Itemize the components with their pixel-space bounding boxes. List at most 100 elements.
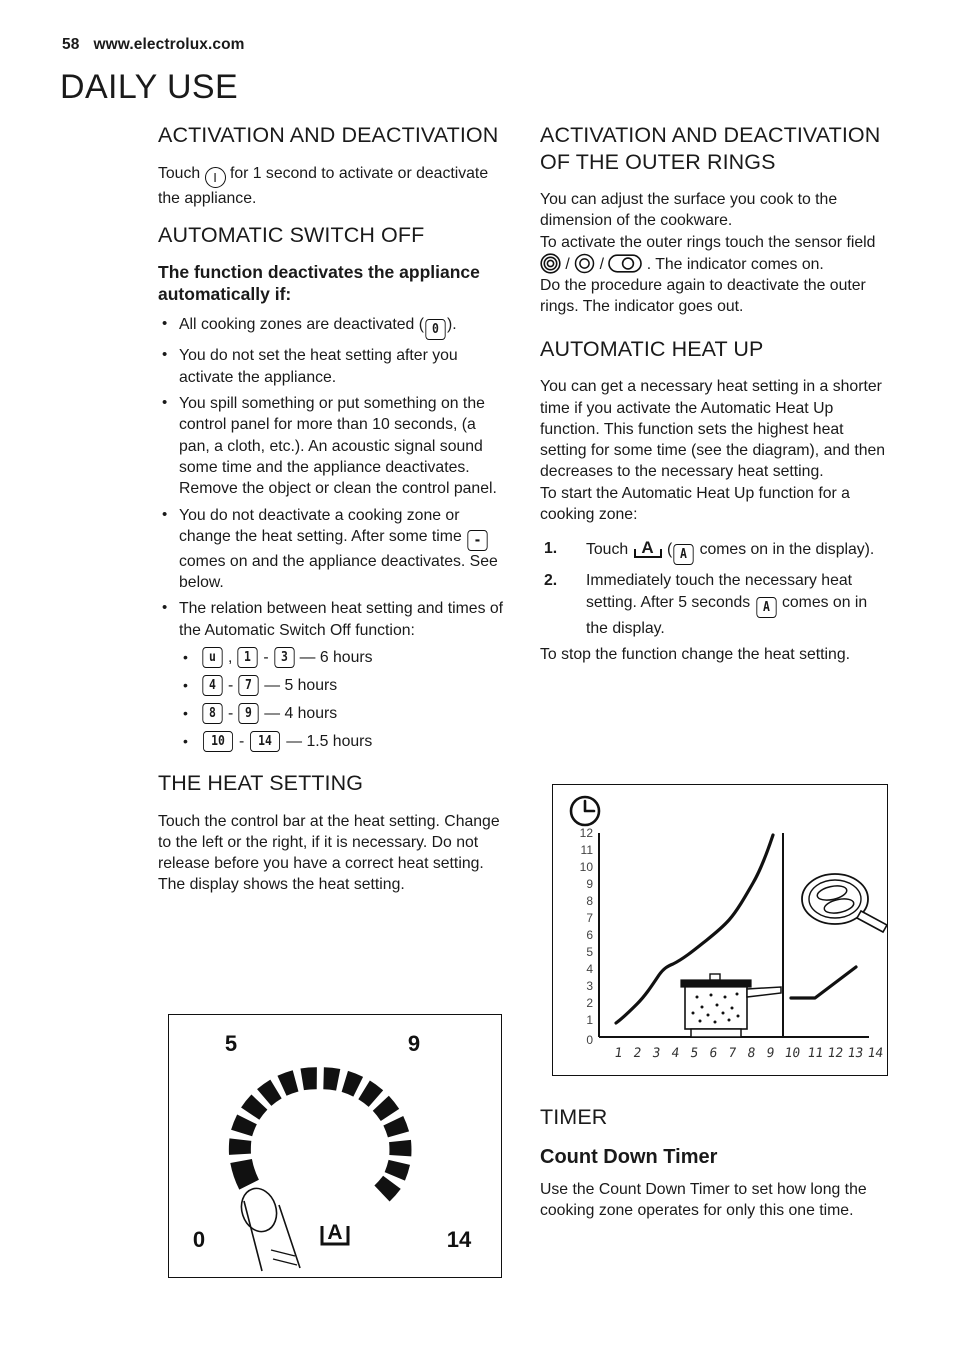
chapter-title: DAILY USE [60,68,239,106]
paragraph-heat-up-1: You can get a necessary heat setting in … [540,378,886,481]
left-column: ACTIVATION AND DEACTIVATION Touch I for … [158,122,510,896]
control-bar-segments [228,1067,412,1202]
chart-x-tick-labels: 1 2 3 4 5 6 7 8 9 10 11 12 13 14 [613,1046,884,1061]
oval-ring-icon [608,253,643,274]
svg-text:12: 12 [826,1046,844,1061]
bullet-text: All cooking zones are deactivated ( [179,316,424,334]
step-number: 2. [544,572,558,590]
document-page: 58 www.electrolux.com DAILY USE ACTIVATI… [0,0,954,1352]
lcd-digit-icon: 4 [202,675,223,696]
paragraph-activation: Touch I for 1 second to activate or deac… [158,163,510,209]
lcd-u-icon: u [202,647,223,668]
step-text-before: Touch [586,541,629,559]
heat-label-14: 14 [447,1227,472,1252]
step-number: 1. [544,540,558,558]
svg-text:14: 14 [866,1046,884,1061]
list-item: 8 - 9 — 4 hours [179,701,510,726]
paragraph-count-down-timer: Use the Count Down Timer to set how long… [540,1181,867,1220]
svg-text:4: 4 [586,962,593,976]
svg-text:7: 7 [586,911,593,925]
heading-timer: TIMER [540,1105,608,1129]
pot-icon [680,973,782,1038]
list-item: You do not set the heat setting after yo… [158,344,510,388]
list-item: The relation between heat setting and ti… [158,597,510,754]
activation-text-before: Touch [158,164,201,182]
separator: - [228,705,234,722]
heading-activation-deactivation: ACTIVATION AND DEACTIVATION [158,123,499,147]
svg-text:13: 13 [846,1046,864,1061]
chart-series-secondary [789,965,858,1000]
paragraph-heat-up-2: To start the Automatic Heat Up function … [540,484,850,524]
lcd-digit-icon: 10 [203,731,233,752]
heat-label-9: 9 [408,1031,420,1056]
list-item: 4 - 7 — 5 hours [179,673,510,698]
subheading-function-deactivates: The function deactivates the appliance a… [158,262,480,304]
bullet-text: You do not deactivate a cooking zone or … [179,506,462,545]
separator: - [263,649,269,666]
clock-icon [569,795,601,827]
lcd-digit-icon: 14 [250,731,281,752]
outer-rings-text-before: To activate the outer rings touch the se… [540,233,876,251]
timing-sub-list: u , 1 - 3 — 6 hours 4 - 7 — 5 hours [179,645,510,754]
heading-outer-rings: ACTIVATION AND DEACTIVATION OF THE OUTER… [540,123,881,174]
heading-automatic-heat-up: AUTOMATIC HEAT UP [540,336,764,361]
website-url: www.electrolux.com [93,36,245,53]
svg-text:2: 2 [632,1046,642,1061]
svg-text:0: 0 [586,1033,593,1047]
heat-label-0: 0 [193,1227,205,1252]
paragraph-heat-setting: Touch the control bar at the heat settin… [158,812,500,894]
auto-heat-up-sensor-icon: A [320,1221,350,1246]
svg-text:9: 9 [765,1046,775,1061]
svg-text:8: 8 [586,894,593,908]
bullet-text-after: ). [447,316,457,334]
svg-text:10: 10 [783,1046,801,1061]
step-paren-open: ( [666,541,673,559]
lcd-digit-icon: 9 [238,703,259,724]
auto-sensor-frame [633,549,662,559]
svg-text:11: 11 [581,843,594,857]
outer-rings-text-after: . The indicator comes on. [646,255,824,273]
svg-text:12: 12 [580,826,594,840]
paragraph-heat-up-3: To stop the function change the heat set… [540,645,851,663]
pan-icon [801,873,887,934]
list-item: u , 1 - 3 — 6 hours [179,645,510,670]
list-item: You do not deactivate a cooking zone or … [158,504,510,594]
separator: - [228,677,234,694]
lcd-digit-icon: 1 [237,647,259,668]
list-item: All cooking zones are deactivated (0). [158,313,510,341]
bullet-text: You spill something or put something on … [179,395,497,498]
svg-text:2: 2 [586,996,593,1010]
svg-text:11: 11 [806,1046,824,1061]
bullet-text: The relation between heat setting and ti… [179,600,504,639]
slash-separator-2: / [599,255,604,273]
right-column: ACTIVATION AND DEACTIVATION OF THE OUTER… [540,122,892,678]
svg-text:9: 9 [586,877,593,891]
power-icon: I [204,166,226,188]
lcd-A-icon: A [755,596,777,618]
bullet-text: You do not set the heat setting after yo… [179,347,458,386]
svg-text:1: 1 [613,1046,623,1061]
timing-label: — 6 hours [299,649,373,666]
separator: - [239,733,245,750]
heat-up-chart-figure: 12 11 10 9 8 7 6 5 4 3 2 1 0 1 2 3 4 5 6… [552,784,888,1076]
heat-up-chart: 12 11 10 9 8 7 6 5 4 3 2 1 0 1 2 3 4 5 6… [569,795,887,1061]
finger-touch-icon [240,1187,301,1272]
auto-label-A: A [327,1221,342,1244]
heat-label-5: 5 [225,1031,237,1056]
svg-text:8: 8 [746,1046,756,1061]
list-item: 10 - 14 — 1.5 hours [179,729,510,754]
svg-text:7: 7 [727,1046,737,1061]
list-item: 2. Immediately touch the necessary heat … [540,570,892,639]
list-item: You spill something or put something on … [158,392,510,499]
svg-text:10: 10 [580,860,594,874]
svg-text:6: 6 [586,928,593,942]
list-item: 1. Touch A (A comes on in the display). [540,538,892,566]
lcd-digit-icon: 8 [202,703,223,724]
paragraph-outer-rings-3: Do the procedure again to deactivate the… [540,277,866,316]
svg-text:3: 3 [586,979,593,993]
separator: , [228,649,233,666]
lcd-zero-icon: 0 [425,319,446,341]
page-header: 58 www.electrolux.com [62,36,245,54]
paragraph-outer-rings-2: To activate the outer rings touch the se… [540,232,892,276]
double-ring-icon [574,253,595,274]
